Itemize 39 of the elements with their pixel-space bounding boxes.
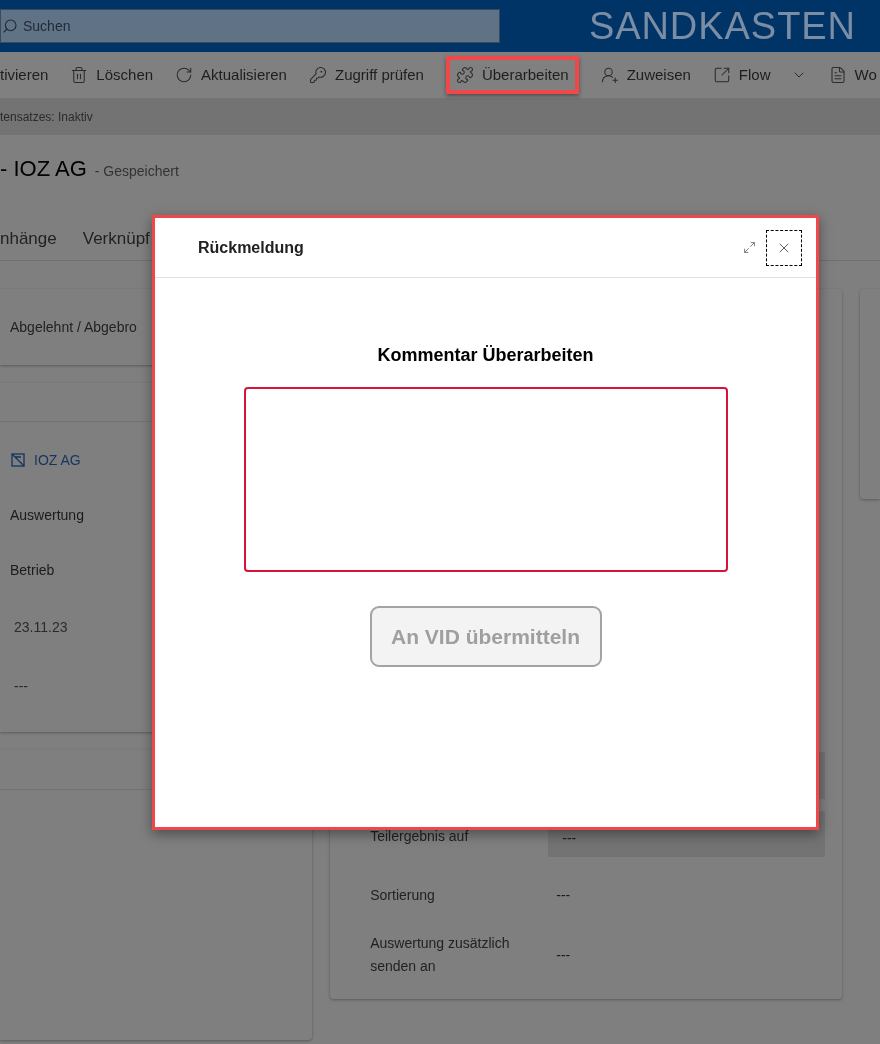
command-button[interactable]: Überarbeiten [445, 56, 579, 94]
dialog-heading: Kommentar Überarbeiten [377, 344, 594, 367]
status-value: Abgelehnt / Abgebro [10, 317, 137, 337]
environment-label: SANDKASTEN [588, 7, 856, 45]
field-value: --- [555, 885, 572, 905]
field-label: Auswertung [10, 505, 85, 525]
status-text: tensatzes: Inaktiv [0, 108, 93, 126]
refresh-icon [175, 66, 194, 84]
field-label: Betrieb [10, 560, 56, 580]
person-icon [600, 66, 619, 84]
account-link[interactable]: IOZ AG [10, 446, 313, 474]
dialog-title: Rückmeldung [198, 237, 304, 258]
field-value: --- [13, 676, 29, 696]
field-label: Sortierung [370, 885, 436, 905]
search-field[interactable]: Suchen [0, 9, 500, 43]
save-status: - Gespeichert [94, 162, 179, 181]
record-title: - IOZ AG [0, 155, 87, 183]
puzzle-icon [455, 66, 474, 84]
field-label: Teilergebnis auf [370, 827, 470, 846]
command-button[interactable]: Flow [712, 56, 807, 94]
command-button[interactable]: Zugriff prüfen [308, 56, 424, 94]
command-button[interactable]: Wo [828, 56, 877, 94]
account-icon [10, 452, 26, 468]
key-icon [308, 66, 327, 84]
field-label: Auswertung zusätzlich senden an [370, 934, 511, 976]
trash-icon [70, 66, 89, 84]
field-value: --- [555, 945, 572, 965]
expand-icon[interactable] [743, 241, 756, 254]
comment-field[interactable] [243, 387, 728, 572]
search-icon [2, 18, 18, 34]
close-button[interactable] [766, 229, 802, 266]
command-button[interactable]: tivieren [0, 56, 49, 94]
command-button[interactable]: Aktualisieren [175, 56, 287, 94]
tab[interactable]: nhänge [0, 224, 57, 254]
command-button[interactable]: Zuweisen [600, 56, 691, 94]
document-icon [828, 66, 847, 84]
tab[interactable]: Verknüpf [82, 224, 150, 254]
field-value: 23.11.23 [13, 617, 69, 637]
command-button[interactable]: Löschen [70, 56, 154, 94]
